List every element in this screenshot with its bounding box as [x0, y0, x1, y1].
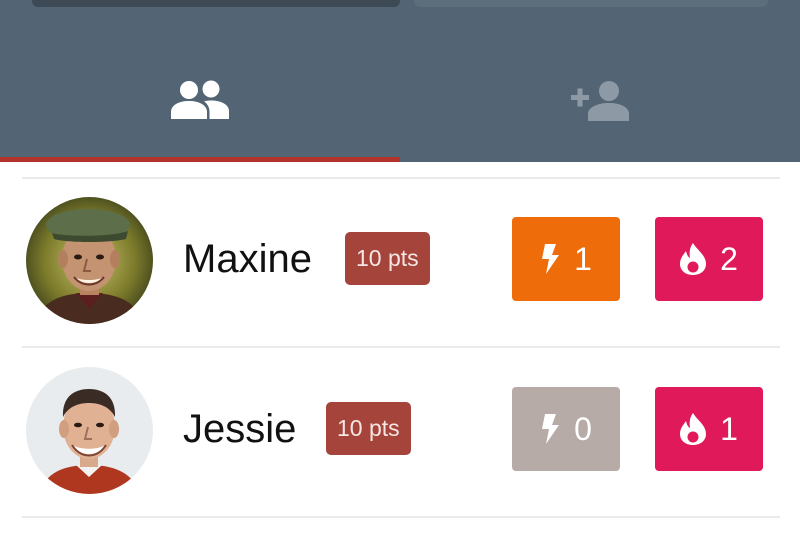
bolt-counter-button[interactable]: 1	[512, 217, 620, 301]
search-field[interactable]	[32, 0, 400, 7]
points-badge: 10 pts	[345, 232, 430, 285]
active-tab-indicator	[0, 157, 400, 162]
player-name: Jessie	[183, 407, 297, 451]
bolt-count: 0	[574, 411, 592, 447]
bolt-count: 1	[574, 241, 592, 277]
flame-counter-button[interactable]: 1	[655, 387, 763, 471]
bolt-counter-button[interactable]: 0	[512, 387, 620, 471]
avatar	[26, 197, 153, 324]
tab-add-friend[interactable]	[400, 36, 800, 162]
top-header	[0, 0, 800, 162]
bolt-icon	[542, 244, 560, 274]
player-name: Maxine	[183, 237, 312, 281]
tab-friends[interactable]	[0, 36, 400, 162]
flame-count: 2	[720, 241, 738, 277]
flame-icon	[680, 243, 707, 275]
flame-counter-button[interactable]: 2	[655, 217, 763, 301]
avatar	[26, 367, 153, 494]
flame-count: 1	[720, 411, 738, 447]
list-item[interactable]: Jessie 10 pts 0 1	[0, 348, 800, 516]
bolt-icon	[542, 414, 560, 444]
list-item[interactable]: Maxine 10 pts 1 2	[0, 178, 800, 346]
divider	[22, 516, 780, 518]
add-person-icon	[571, 81, 629, 121]
secondary-field[interactable]	[414, 0, 768, 7]
group-icon	[171, 80, 229, 119]
points-badge: 10 pts	[326, 402, 411, 455]
flame-icon	[680, 413, 707, 445]
